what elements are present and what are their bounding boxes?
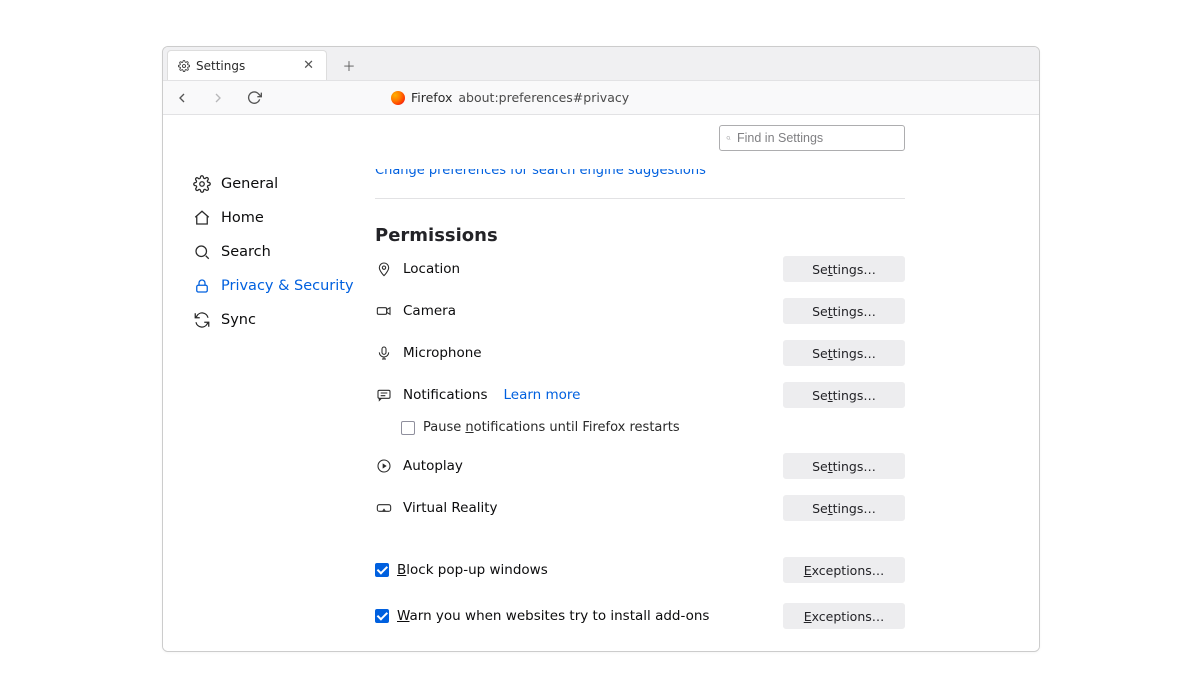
microphone-icon (375, 344, 393, 362)
search-icon (726, 132, 731, 144)
pause-notifications-row: Pause notifications until Firefox restar… (375, 416, 905, 445)
search-icon (193, 243, 211, 261)
notifications-learn-more-link[interactable]: Learn more (504, 387, 581, 403)
perm-label: Microphone (403, 345, 482, 361)
sidebar-item-label: Home (221, 210, 264, 226)
warn-addons-checkbox[interactable] (375, 609, 389, 623)
sidebar-item-privacy-security[interactable]: Privacy & Security (189, 269, 369, 303)
tab-strip: Settings ✕ ＋ (163, 47, 1039, 81)
block-popups-checkbox[interactable] (375, 563, 389, 577)
forward-button[interactable] (209, 89, 227, 107)
perm-label: Location (403, 261, 460, 277)
perm-row-location: Location Settings… (375, 248, 905, 290)
settings-search-input[interactable] (737, 131, 898, 145)
tab-settings[interactable]: Settings ✕ (167, 50, 327, 80)
nav-toolbar: Firefox about:preferences#privacy (163, 81, 1039, 115)
perm-label: Autoplay (403, 458, 463, 474)
url-brand: Firefox (411, 90, 452, 105)
notifications-settings-button[interactable]: Settings… (783, 382, 905, 408)
perm-row-vr: Virtual Reality Settings… (375, 487, 905, 529)
autoplay-settings-button[interactable]: Settings… (783, 453, 905, 479)
firefox-window: Settings ✕ ＋ Firefox about:preferences#p… (162, 46, 1040, 652)
camera-settings-button[interactable]: Settings… (783, 298, 905, 324)
url-bar[interactable]: Firefox about:preferences#privacy (391, 90, 629, 105)
block-popups-label: Block pop-up windows (397, 562, 548, 578)
pause-notifications-label: Pause notifications until Firefox restar… (423, 420, 680, 435)
home-icon (193, 209, 211, 227)
location-settings-button[interactable]: Settings… (783, 256, 905, 282)
perm-row-notifications: Notifications Learn more Settings… (375, 374, 905, 416)
sidebar-item-label: Search (221, 244, 271, 260)
block-popups-row: Block pop-up windows Exceptions… (375, 547, 905, 593)
pause-notifications-checkbox[interactable] (401, 421, 415, 435)
sidebar-item-sync[interactable]: Sync (189, 303, 369, 337)
url-text: about:preferences#privacy (458, 90, 629, 105)
tab-title: Settings (196, 59, 245, 73)
addons-exceptions-button[interactable]: Exceptions… (783, 603, 905, 629)
microphone-settings-button[interactable]: Settings… (783, 340, 905, 366)
tab-close-button[interactable]: ✕ (301, 59, 316, 72)
perm-label: Notifications (403, 387, 488, 403)
lock-icon (193, 277, 211, 295)
perm-label: Camera (403, 303, 456, 319)
sidebar-item-home[interactable]: Home (189, 201, 369, 235)
notifications-icon (375, 386, 393, 404)
firefox-logo-icon (391, 91, 405, 105)
sync-icon (193, 311, 211, 329)
settings-sidebar: General Home Search Privacy & Security S… (189, 167, 369, 337)
settings-search-box[interactable] (719, 125, 905, 151)
perm-row-autoplay: Autoplay Settings… (375, 445, 905, 487)
reload-button[interactable] (245, 89, 263, 107)
sidebar-item-general[interactable]: General (189, 167, 369, 201)
vr-icon (375, 499, 393, 517)
new-tab-button[interactable]: ＋ (337, 53, 361, 77)
vr-settings-button[interactable]: Settings… (783, 495, 905, 521)
camera-icon (375, 302, 393, 320)
permissions-heading: Permissions (375, 198, 905, 248)
perm-label: Virtual Reality (403, 500, 498, 516)
perm-row-camera: Camera Settings… (375, 290, 905, 332)
perm-row-microphone: Microphone Settings… (375, 332, 905, 374)
popups-exceptions-button[interactable]: Exceptions… (783, 557, 905, 583)
warn-addons-label: Warn you when websites try to install ad… (397, 608, 709, 624)
autoplay-icon (375, 457, 393, 475)
location-icon (375, 260, 393, 278)
settings-content: Change preferences for search engine sug… (163, 115, 1039, 651)
gear-icon (178, 60, 190, 72)
sidebar-item-search[interactable]: Search (189, 235, 369, 269)
sidebar-item-label: General (221, 176, 278, 192)
warn-addons-row: Warn you when websites try to install ad… (375, 593, 905, 639)
sidebar-item-label: Sync (221, 312, 256, 328)
main-panel: Change preferences for search engine sug… (375, 115, 905, 651)
sidebar-item-label: Privacy & Security (221, 278, 354, 294)
gear-icon (193, 175, 211, 193)
back-button[interactable] (173, 89, 191, 107)
